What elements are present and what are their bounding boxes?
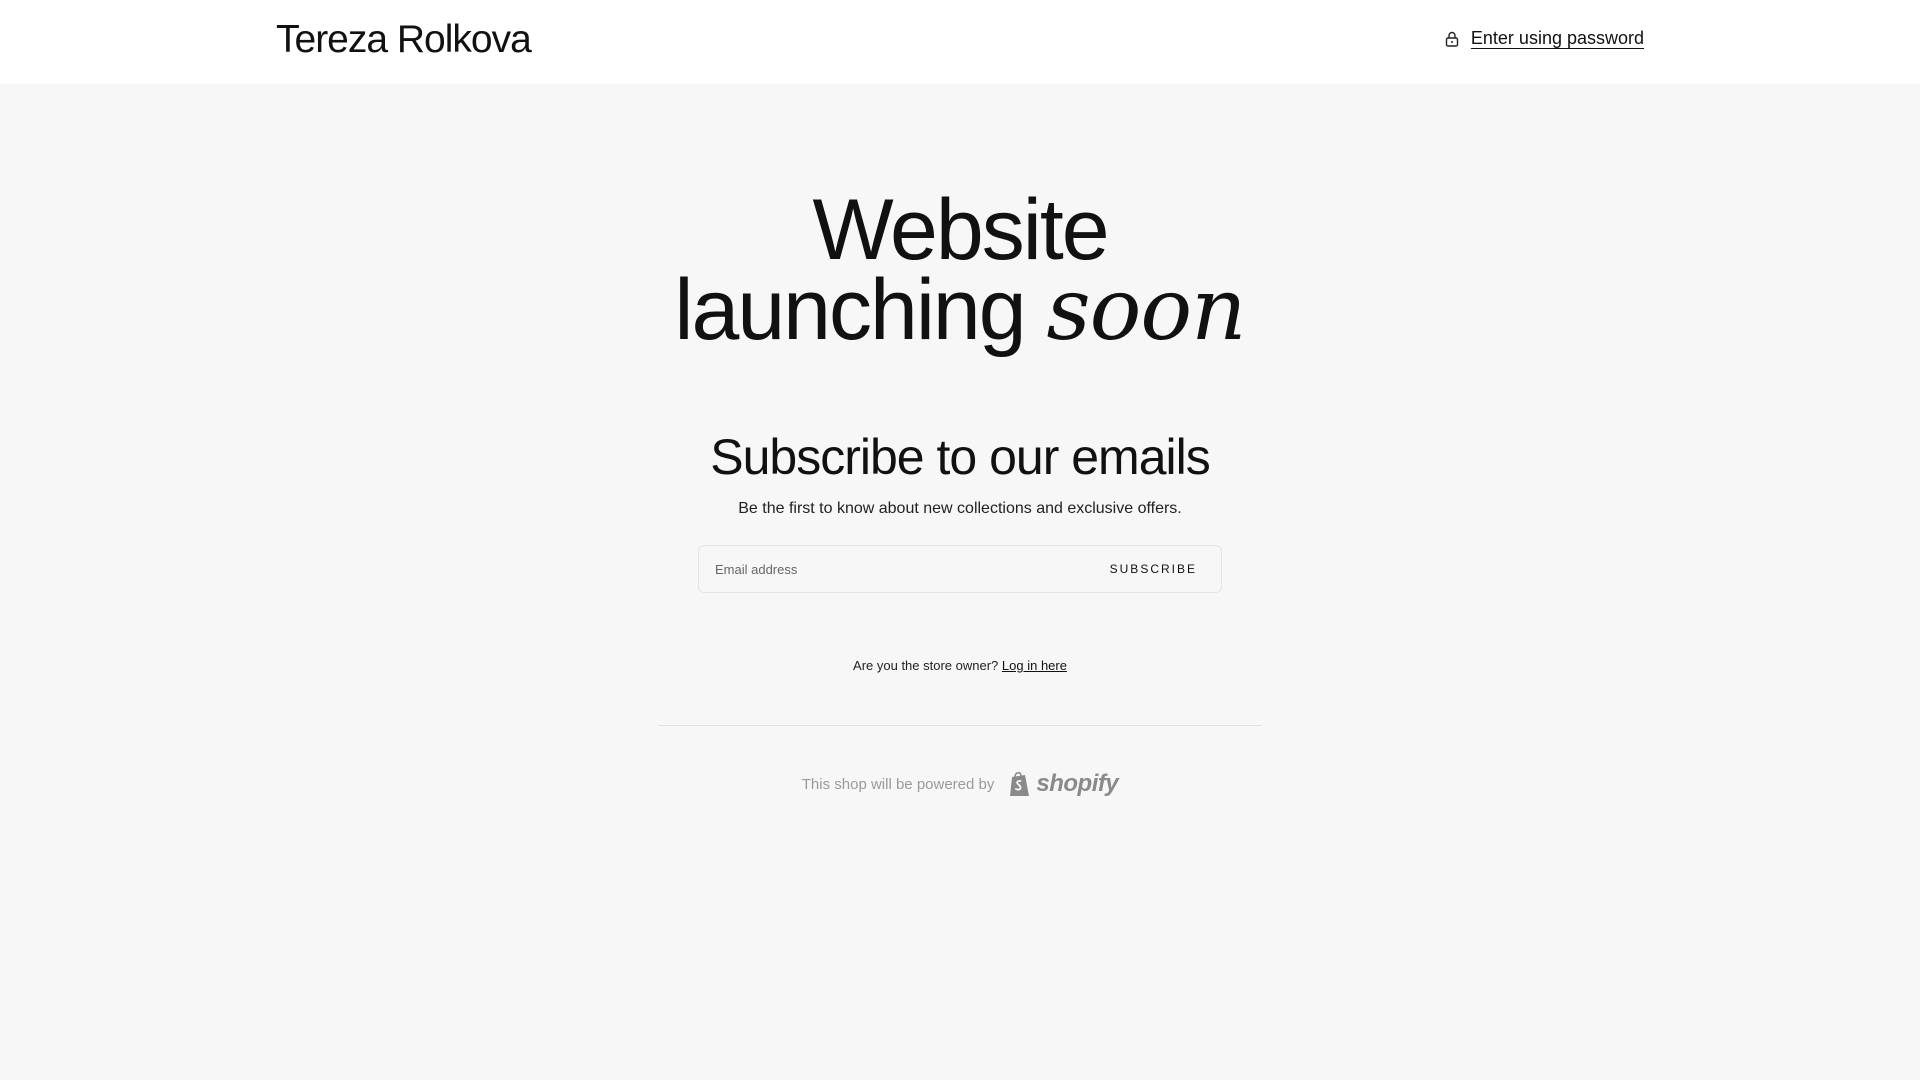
hero-line-2: launching soon: [0, 267, 1920, 353]
shopify-logo-link[interactable]: shopify: [1008, 770, 1119, 798]
lock-icon: [1445, 31, 1459, 47]
hero-accent-word: soon: [1046, 260, 1247, 360]
hero-line-2-text: launching: [674, 262, 1026, 358]
subscribe-button[interactable]: SUBSCRIBE: [1110, 546, 1197, 592]
enter-password-link[interactable]: Enter using password: [1445, 28, 1644, 49]
newsletter-form: SUBSCRIBE: [698, 545, 1222, 593]
subscribe-subtitle: Be the first to know about new collectio…: [738, 500, 1182, 517]
powered-by-text: This shop will be powered by: [801, 775, 995, 793]
store-brand-title[interactable]: Tereza Rolkova: [276, 18, 532, 62]
log-in-link[interactable]: Log in here: [1002, 658, 1067, 673]
hero-line-1: Website: [812, 182, 1109, 278]
hero-heading: Website launching soon: [0, 182, 1920, 353]
store-owner-question: Are you the store owner?: [853, 658, 999, 673]
email-input[interactable]: [699, 546, 1079, 592]
store-owner-prompt: Are you the store owner? Log in here: [0, 658, 1920, 673]
shopify-bag-icon: [1010, 771, 1030, 796]
enter-password-label[interactable]: Enter using password: [1471, 28, 1644, 49]
subscribe-title: Subscribe to our emails: [710, 429, 1210, 485]
powered-by-footer: This shop will be powered by shopify: [0, 770, 1920, 798]
footer-divider: [658, 725, 1262, 726]
site-header: Tereza Rolkova Enter using password: [0, 0, 1920, 84]
shopify-wordmark: shopify: [1036, 770, 1119, 797]
